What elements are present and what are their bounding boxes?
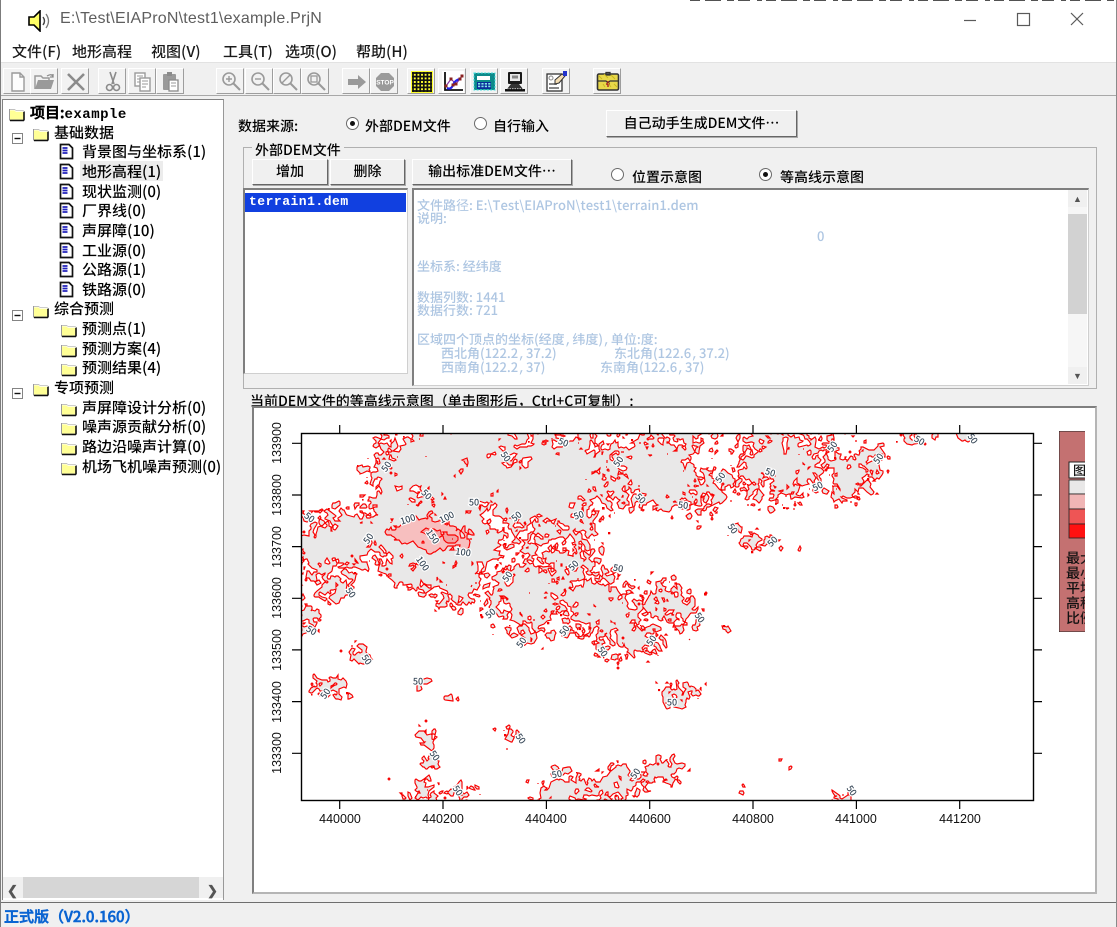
svg-text:100: 100 — [455, 544, 472, 559]
svg-text:133800: 133800 — [270, 474, 284, 516]
svg-text:133400: 133400 — [270, 681, 284, 723]
svg-text:440800: 440800 — [732, 812, 774, 826]
svg-text:STOP: STOP — [376, 80, 394, 87]
svg-text:133700: 133700 — [270, 526, 284, 568]
svg-text:50: 50 — [677, 498, 689, 512]
svg-text:441000: 441000 — [835, 812, 877, 826]
svg-text:50: 50 — [413, 674, 423, 687]
svg-text:440600: 440600 — [629, 812, 671, 826]
svg-text:比: 比 — [1066, 608, 1080, 628]
svg-text:50: 50 — [667, 695, 677, 708]
svg-text:50: 50 — [725, 520, 742, 536]
svg-text:50: 50 — [513, 730, 530, 746]
svg-text:441200: 441200 — [939, 812, 981, 826]
svg-text:50: 50 — [551, 767, 564, 782]
svg-text:133500: 133500 — [270, 629, 284, 671]
svg-text:50: 50 — [612, 561, 625, 576]
svg-text:440000: 440000 — [319, 812, 361, 826]
svg-text:50: 50 — [469, 495, 479, 508]
svg-text:例: 例 — [1080, 608, 1094, 628]
svg-text:440200: 440200 — [422, 812, 464, 826]
svg-text:133900: 133900 — [270, 422, 284, 464]
svg-text:图例: 图例 — [1073, 460, 1095, 479]
svg-text:440400: 440400 — [525, 812, 567, 826]
svg-text:133600: 133600 — [270, 577, 284, 619]
svg-text:50: 50 — [764, 533, 780, 549]
svg-text:50: 50 — [556, 622, 573, 638]
svg-text:133300: 133300 — [270, 732, 284, 774]
